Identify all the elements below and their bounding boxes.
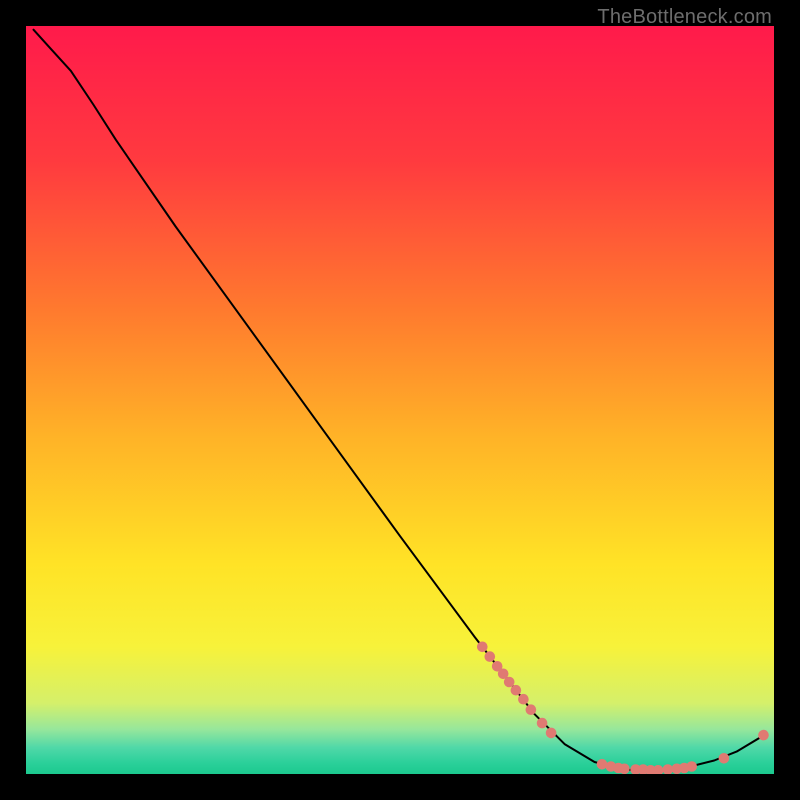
data-point [511, 685, 522, 696]
chart-stage: TheBottleneck.com [0, 0, 800, 800]
data-point [719, 753, 730, 764]
data-point [758, 730, 769, 741]
plot-area [26, 26, 774, 774]
data-point [518, 694, 529, 705]
data-point [686, 761, 697, 772]
data-point [485, 651, 496, 662]
data-point [597, 759, 608, 770]
data-point [477, 642, 488, 653]
data-point [526, 704, 537, 715]
data-point [504, 677, 515, 688]
data-point [537, 718, 548, 729]
gradient-rect [26, 26, 774, 774]
chart-svg [26, 26, 774, 774]
data-point [546, 728, 557, 739]
data-point [619, 764, 630, 775]
